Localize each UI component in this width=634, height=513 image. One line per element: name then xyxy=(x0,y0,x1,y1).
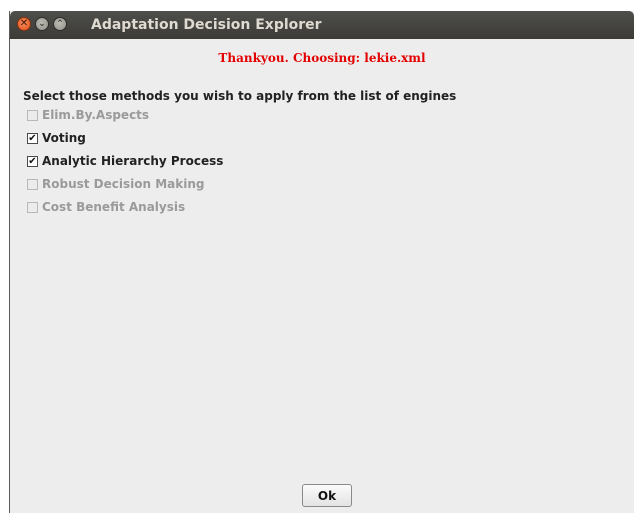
checkbox-icon xyxy=(27,178,38,190)
method-checkbox-cost-benefit-analysis[interactable]: Cost Benefit Analysis xyxy=(27,199,185,215)
maximize-icon[interactable]: ⌃ xyxy=(53,17,67,31)
method-label: Voting xyxy=(42,131,86,145)
method-label: Analytic Hierarchy Process xyxy=(42,154,224,168)
window-title: Adaptation Decision Explorer xyxy=(91,17,322,33)
close-icon[interactable]: ✕ xyxy=(17,17,31,31)
title-bar[interactable]: ✕ ⌄ ⌃ Adaptation Decision Explorer xyxy=(10,11,634,39)
checkbox-checked-icon: ✔ xyxy=(27,132,38,144)
method-label: Robust Decision Making xyxy=(42,177,205,191)
checkbox-icon xyxy=(27,201,38,213)
method-checkbox-analytic-hierarchy-process[interactable]: ✔ Analytic Hierarchy Process xyxy=(27,153,223,169)
method-label: Cost Benefit Analysis xyxy=(42,200,186,214)
status-message: Thankyou. Choosing: lekie.xml xyxy=(218,51,426,65)
minimize-icon[interactable]: ⌄ xyxy=(35,17,49,31)
instruction-label: Select those methods you wish to apply f… xyxy=(23,89,457,103)
ok-button[interactable]: Ok xyxy=(302,484,352,507)
checkbox-icon xyxy=(27,109,38,121)
method-checkbox-robust-decision-making[interactable]: Robust Decision Making xyxy=(27,176,205,192)
method-label: Elim.By.Aspects xyxy=(42,108,150,122)
dialog-window: ✕ ⌄ ⌃ Adaptation Decision Explorer Thank… xyxy=(9,11,634,513)
method-checkbox-elim-by-aspects[interactable]: Elim.By.Aspects xyxy=(27,107,149,123)
checkbox-checked-icon: ✔ xyxy=(27,155,38,167)
method-checkbox-voting[interactable]: ✔ Voting xyxy=(27,130,86,146)
